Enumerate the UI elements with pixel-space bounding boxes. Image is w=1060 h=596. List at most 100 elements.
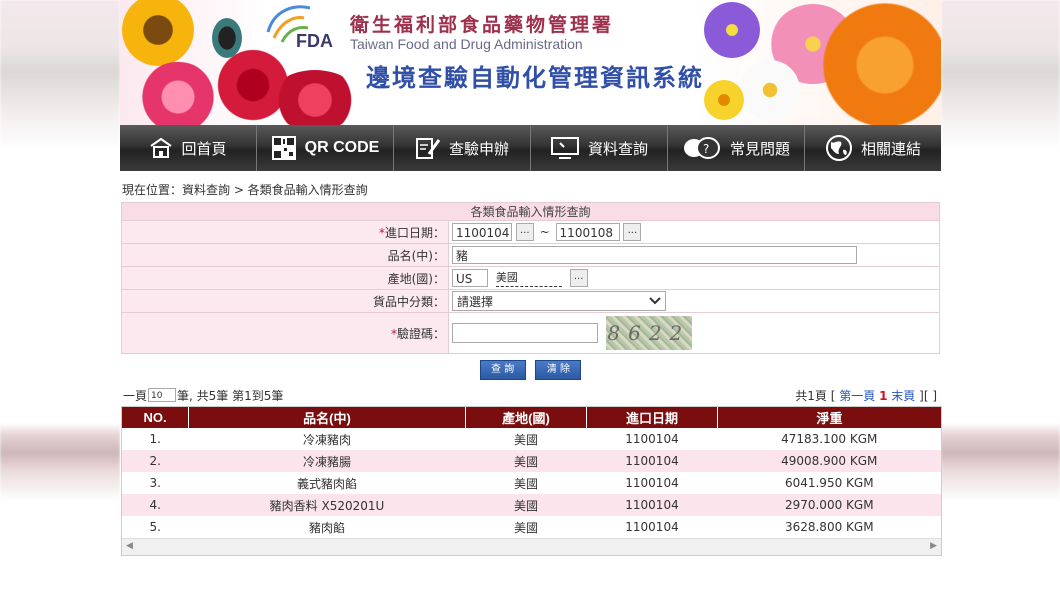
import-date-from-input[interactable]: 1100104	[452, 223, 512, 241]
org-name-cn: 衛生福利部食品藥物管理署	[350, 14, 615, 36]
row-product-name: 冷凍豬腸	[188, 450, 466, 472]
captcha-field-cell: 8622	[448, 312, 940, 354]
origin-field-cell: US 美國 ...	[448, 266, 940, 290]
purple-flower-image	[704, 2, 760, 58]
captcha-label-cell: *驗證碼：	[121, 312, 449, 354]
form-title: 各類食品輸入情形查詢	[121, 202, 940, 221]
category-select[interactable]: 請選擇	[452, 291, 666, 311]
row-net-weight: 49008.900 KGM	[717, 450, 941, 472]
form-buttons: 查 詢 清 除	[120, 360, 941, 380]
row-no: 5.	[122, 516, 189, 538]
white-flower-image	[740, 60, 800, 120]
header-banner: FDA 衛生福利部食品藥物管理署 Taiwan Food and Drug Ad…	[120, 0, 941, 125]
current-page: 1	[879, 388, 888, 403]
import-date-label-cell: *進口日期：	[121, 220, 449, 244]
home-icon	[150, 137, 173, 158]
nav-home-label: 回首頁	[181, 139, 227, 158]
category-field-cell: 請選擇	[448, 289, 940, 313]
butterfly-image	[212, 18, 242, 58]
row-origin: 美國	[465, 472, 587, 494]
table-row: 2. 冷凍豬腸 美國 1100104 49008.900 KGM	[122, 450, 941, 472]
page-size-control: 一頁 10 筆, 共5筆 第1到5筆	[123, 387, 283, 404]
qr-code-icon	[271, 136, 296, 160]
captcha-image: 8622	[605, 316, 692, 350]
faq-chat-icon: ?	[683, 137, 720, 159]
results-header-row: NO. 品名(中) 產地(國) 進口日期 淨重	[122, 407, 941, 428]
yellow-flower-image	[704, 80, 744, 120]
page-size-input[interactable]: 10	[148, 388, 177, 402]
col-product-name: 品名(中)	[188, 407, 466, 428]
row-no: 1.	[122, 428, 189, 450]
nav-qr-code-label: QR CODE	[304, 139, 380, 156]
red-flowers-image	[270, 70, 360, 125]
row-net-weight: 6041.950 KGM	[717, 472, 941, 494]
pager: 一頁 10 筆, 共5筆 第1到5筆 共1頁 [ 第一頁 1 末頁 ][ ]	[120, 386, 941, 404]
table-row: 4. 豬肉香料 X520201U 美國 1100104 2970.000 KGM	[122, 494, 941, 516]
row-product-name: 豬肉餡	[188, 516, 466, 538]
row-net-weight: 3628.800 KGM	[717, 516, 941, 538]
row-import-date: 1100104	[586, 472, 718, 494]
nav-data-query[interactable]: 資料查詢	[531, 125, 668, 171]
origin-name-text: 美國	[495, 270, 562, 287]
nav-home[interactable]: 回首頁	[120, 125, 257, 171]
horizontal-scrollbar[interactable]: ◀ ▶	[122, 538, 941, 555]
nav-qr-code[interactable]: QR CODE	[257, 125, 394, 171]
product-name-field-cell: 豬	[448, 243, 940, 267]
fda-mark: FDA	[296, 31, 333, 51]
category-label: 貨品中分類：	[121, 289, 449, 313]
col-net-weight: 淨重	[717, 407, 941, 428]
import-date-to-input[interactable]: 1100108	[555, 223, 620, 241]
import-date-label: 進口日期：	[384, 225, 445, 240]
scroll-left-icon[interactable]: ◀	[126, 541, 133, 551]
nav-faq[interactable]: ? 常見問題	[668, 125, 805, 171]
nav-links[interactable]: 相關連結	[805, 125, 941, 171]
col-no: NO.	[122, 407, 189, 428]
right-blur-background	[941, 0, 1060, 596]
product-name-input[interactable]: 豬	[452, 246, 857, 264]
row-no: 2.	[122, 450, 189, 472]
record-summary: 筆, 共5筆 第1到5筆	[177, 388, 284, 403]
chevron-down-icon	[649, 297, 661, 305]
origin-label: 產地(國)：	[121, 266, 449, 290]
row-origin: 美國	[465, 516, 587, 538]
org-name-en: Taiwan Food and Drug Administration	[350, 36, 583, 52]
origin-code-input[interactable]: US	[452, 269, 488, 287]
nav-links-label: 相關連結	[860, 139, 921, 158]
origin-picker-button[interactable]: ...	[569, 269, 588, 287]
captcha-input[interactable]	[452, 323, 598, 343]
first-page-link[interactable]: 第一頁	[839, 389, 875, 403]
main-nav: 回首頁 QR CODE 查驗申辦 資料查詢 ? 常見問題 相關連結	[120, 125, 941, 171]
row-no: 3.	[122, 472, 189, 494]
col-import-date: 進口日期	[586, 407, 718, 428]
nav-data-query-label: 資料查詢	[587, 139, 648, 158]
page-size-prefix: 一頁	[123, 388, 148, 403]
page: FDA 衛生福利部食品藥物管理署 Taiwan Food and Drug Ad…	[120, 0, 942, 596]
row-product-name: 冷凍豬肉	[188, 428, 466, 450]
results-table: NO. 品名(中) 產地(國) 進口日期 淨重 1. 冷凍豬肉 美國 11001…	[122, 407, 941, 538]
pink-dahlia-image	[138, 62, 218, 125]
row-product-name: 義式豬肉餡	[188, 472, 466, 494]
row-import-date: 1100104	[586, 516, 718, 538]
col-origin: 產地(國)	[465, 407, 587, 428]
row-origin: 美國	[465, 494, 587, 516]
query-button[interactable]: 查 詢	[479, 360, 526, 380]
page-navigation: 共1頁 [ 第一頁 1 末頁 ][ ]	[795, 387, 937, 404]
import-date-to-picker-button[interactable]: ...	[623, 223, 642, 241]
last-page-link[interactable]: 末頁	[891, 389, 915, 403]
row-net-weight: 47183.100 KGM	[717, 428, 941, 450]
row-product-name: 豬肉香料 X520201U	[188, 494, 466, 516]
row-net-weight: 2970.000 KGM	[717, 494, 941, 516]
results-table-container: NO. 品名(中) 產地(國) 進口日期 淨重 1. 冷凍豬肉 美國 11001…	[121, 406, 942, 556]
import-date-from-picker-button[interactable]: ...	[515, 223, 534, 241]
captcha-label: 驗證碼：	[396, 326, 445, 341]
globe-icon	[825, 135, 852, 161]
nav-apply[interactable]: 查驗申辦	[394, 125, 531, 171]
table-row: 1. 冷凍豬肉 美國 1100104 47183.100 KGM	[122, 428, 941, 450]
date-range-separator: ~	[539, 224, 550, 239]
scroll-right-icon[interactable]: ▶	[930, 541, 937, 551]
product-name-label: 品名(中)：	[121, 243, 449, 267]
query-form: 各類食品輸入情形查詢 *進口日期： 1100104 ... ~ 1100108 …	[121, 202, 940, 354]
monitor-icon	[550, 137, 579, 159]
left-blur-background	[0, 0, 120, 596]
clear-button[interactable]: 清 除	[535, 360, 582, 380]
